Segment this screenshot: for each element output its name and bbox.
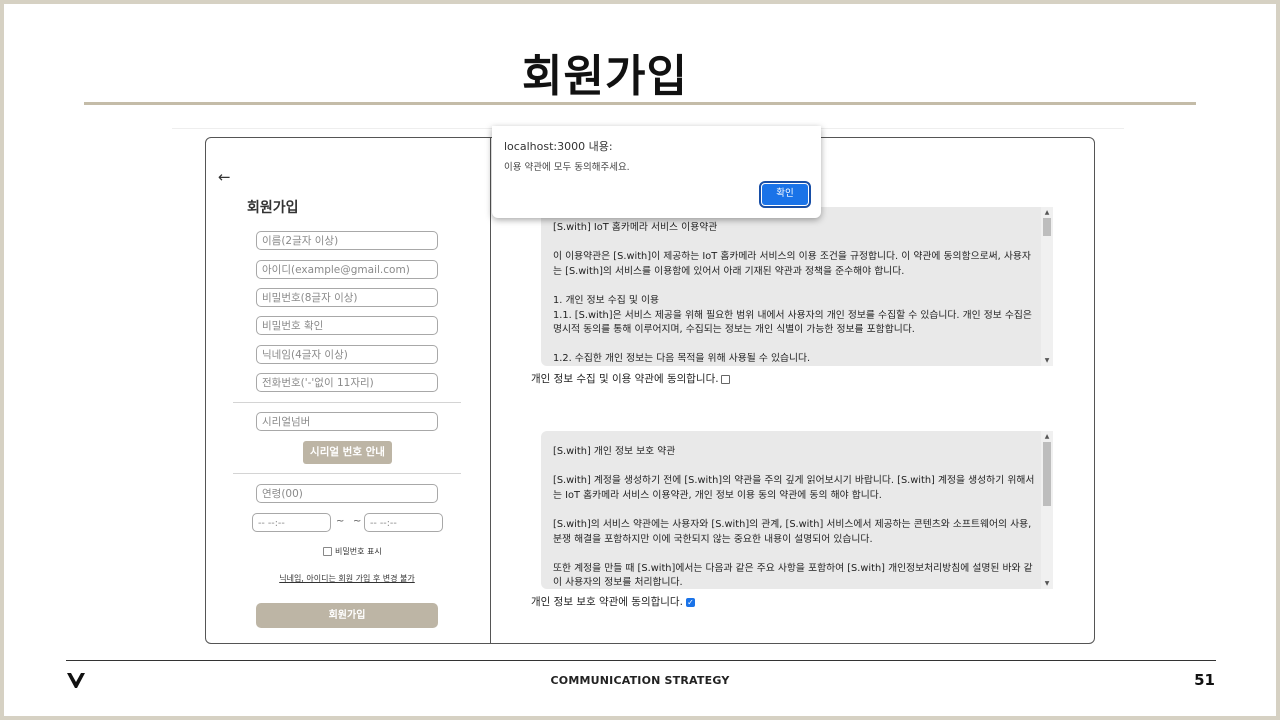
age-input[interactable]: 연령(00) bbox=[256, 484, 438, 503]
page-number: 51 bbox=[1194, 671, 1215, 689]
range-tilde: ~ bbox=[336, 516, 345, 527]
show-password-label: 비밀번호 표시 bbox=[335, 547, 382, 556]
phone-input[interactable]: 전화번호('-'없이 11자리) bbox=[256, 373, 438, 392]
slide-title: 회원가입 bbox=[522, 51, 688, 102]
range-tilde: ~ bbox=[353, 516, 362, 527]
privacy-terms-box[interactable]: [S.with] 개인 정보 보호 약관 [S.with] 계정을 생성하기 전… bbox=[541, 431, 1053, 589]
id-input[interactable]: 아이디(example@gmail.com) bbox=[256, 260, 438, 279]
scroll-down-icon[interactable]: ▼ bbox=[1041, 357, 1053, 364]
service-terms-box[interactable]: [S.with] IoT 홈카메라 서비스 이용약관 이 이용약관은 [S.wi… bbox=[541, 207, 1053, 366]
footer-rule bbox=[66, 660, 1216, 661]
scroll-down-icon[interactable]: ▼ bbox=[1041, 580, 1053, 587]
privacy-terms-agree[interactable]: 개인 정보 보호 약관에 동의합니다. ✓ bbox=[531, 594, 695, 609]
privacy-agree-checkbox[interactable]: ✓ bbox=[685, 597, 695, 607]
privacy-agree-label: 개인 정보 보호 약관에 동의합니다. bbox=[531, 596, 683, 608]
service-agree-checkbox[interactable] bbox=[720, 374, 730, 384]
form-separator bbox=[233, 473, 461, 474]
panel-divider bbox=[490, 138, 491, 644]
service-terms-text: [S.with] IoT 홈카메라 서비스 이용약관 이 이용약관은 [S.wi… bbox=[553, 222, 1032, 365]
time-to-input[interactable]: -- --:-- bbox=[364, 513, 443, 532]
nickname-notice: 닉네임, 아이디는 회원 가입 후 변경 불가 bbox=[279, 574, 415, 583]
privacy-terms-scrollbar[interactable]: ▲ ▼ bbox=[1041, 431, 1053, 589]
service-terms-agree[interactable]: 개인 정보 수집 및 이용 약관에 동의합니다. bbox=[531, 371, 730, 386]
service-terms-scrollbar[interactable]: ▲ ▼ bbox=[1041, 207, 1053, 366]
scroll-up-icon[interactable]: ▲ bbox=[1041, 209, 1053, 216]
dialog-ok-button[interactable]: 확인 bbox=[759, 181, 811, 208]
name-input[interactable]: 이름(2글자 이상) bbox=[256, 231, 438, 250]
show-password-checkbox[interactable] bbox=[323, 547, 332, 556]
scroll-thumb[interactable] bbox=[1043, 218, 1051, 236]
scroll-thumb[interactable] bbox=[1043, 442, 1051, 506]
signup-button[interactable]: 회원가입 bbox=[256, 603, 438, 628]
alert-dialog: localhost:3000 내용: 이용 약관에 모두 동의해주세요. 확인 bbox=[492, 126, 821, 218]
password-input[interactable]: 비밀번호(8글자 이상) bbox=[256, 288, 438, 307]
show-password-toggle[interactable]: 비밀번호 표시 bbox=[323, 546, 382, 557]
back-arrow-icon[interactable]: ← bbox=[218, 168, 231, 186]
form-title: 회원가입 bbox=[247, 200, 299, 216]
form-separator bbox=[233, 402, 461, 403]
nickname-input[interactable]: 닉네임(4글자 이상) bbox=[256, 345, 438, 364]
dialog-origin: localhost:3000 내용: bbox=[504, 140, 613, 153]
title-underline bbox=[84, 102, 1196, 105]
privacy-terms-text: [S.with] 개인 정보 보호 약관 [S.with] 계정을 생성하기 전… bbox=[553, 446, 1035, 589]
serial-guide-button[interactable]: 시리얼 번호 안내 bbox=[303, 441, 392, 464]
brand-logo-icon bbox=[67, 673, 85, 688]
footer-section-title: COMMUNICATION STRATEGY bbox=[550, 674, 730, 687]
scroll-up-icon[interactable]: ▲ bbox=[1041, 433, 1053, 440]
time-from-input[interactable]: -- --:-- bbox=[252, 513, 331, 532]
service-agree-label: 개인 정보 수집 및 이용 약관에 동의합니다. bbox=[531, 373, 719, 385]
serial-input[interactable]: 시리얼넘버 bbox=[256, 412, 438, 431]
password-confirm-input[interactable]: 비밀번호 확인 bbox=[256, 316, 438, 335]
dialog-message: 이용 약관에 모두 동의해주세요. bbox=[504, 162, 630, 173]
